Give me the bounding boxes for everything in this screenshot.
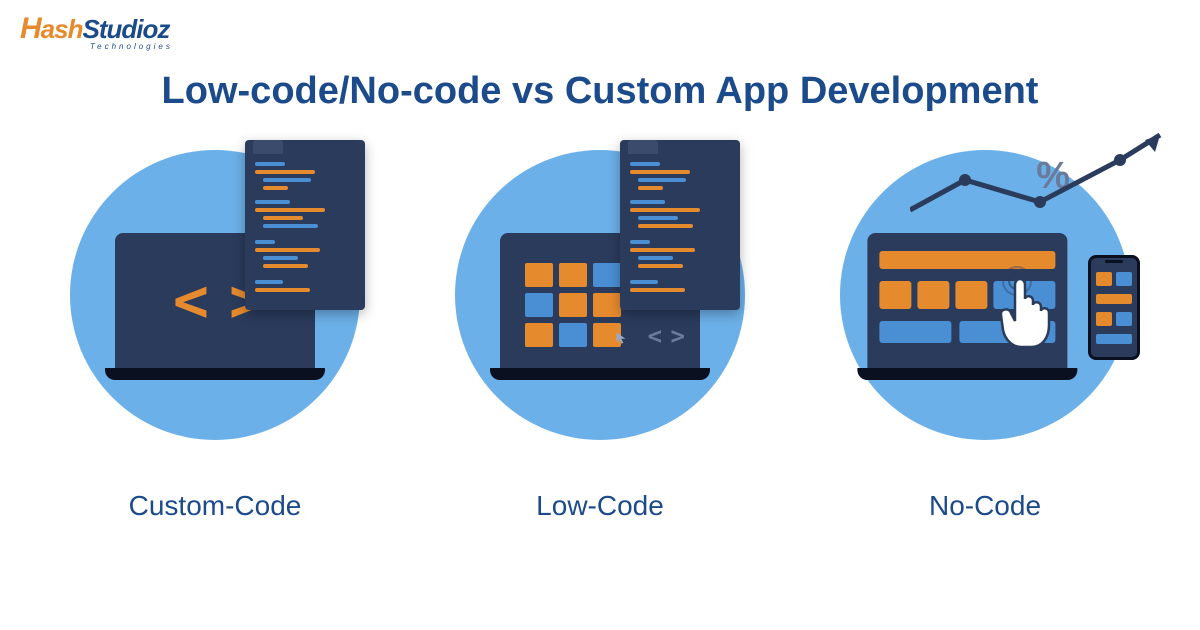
hand-pointer-icon — [995, 265, 1075, 350]
circle-bg: < > — [70, 150, 360, 440]
code-brackets-icon: < > — [648, 322, 682, 350]
growth-arrow-icon — [910, 130, 1170, 230]
phone-icon — [1088, 255, 1140, 360]
card-label: Low-Code — [536, 490, 664, 522]
card-row: < > Custom — [50, 150, 1150, 522]
card-custom-code: < > Custom — [50, 150, 380, 522]
logo-subtitle: Technologies — [90, 42, 173, 51]
laptop-base — [857, 368, 1077, 380]
card-label: Custom-Code — [129, 490, 302, 522]
card-low-code: < > — [435, 150, 765, 522]
code-editor-icon — [620, 140, 740, 310]
circle-bg: < > — [455, 150, 745, 440]
laptop-base — [105, 368, 325, 380]
page-title: Low-code/No-code vs Custom App Developme… — [0, 70, 1200, 113]
tile-grid-icon — [525, 263, 621, 347]
logo-studioz: Studioz — [82, 14, 169, 44]
card-no-code: % — [820, 150, 1150, 522]
brand-logo: HashStudioz — [20, 12, 169, 46]
logo-ash: ash — [41, 14, 83, 44]
circle-bg: % — [840, 150, 1130, 440]
code-editor-icon — [245, 140, 365, 310]
laptop-base — [490, 368, 710, 380]
logo-letter-h: H — [20, 12, 41, 45]
card-label: No-Code — [929, 490, 1041, 522]
cursor-icon — [615, 331, 629, 345]
